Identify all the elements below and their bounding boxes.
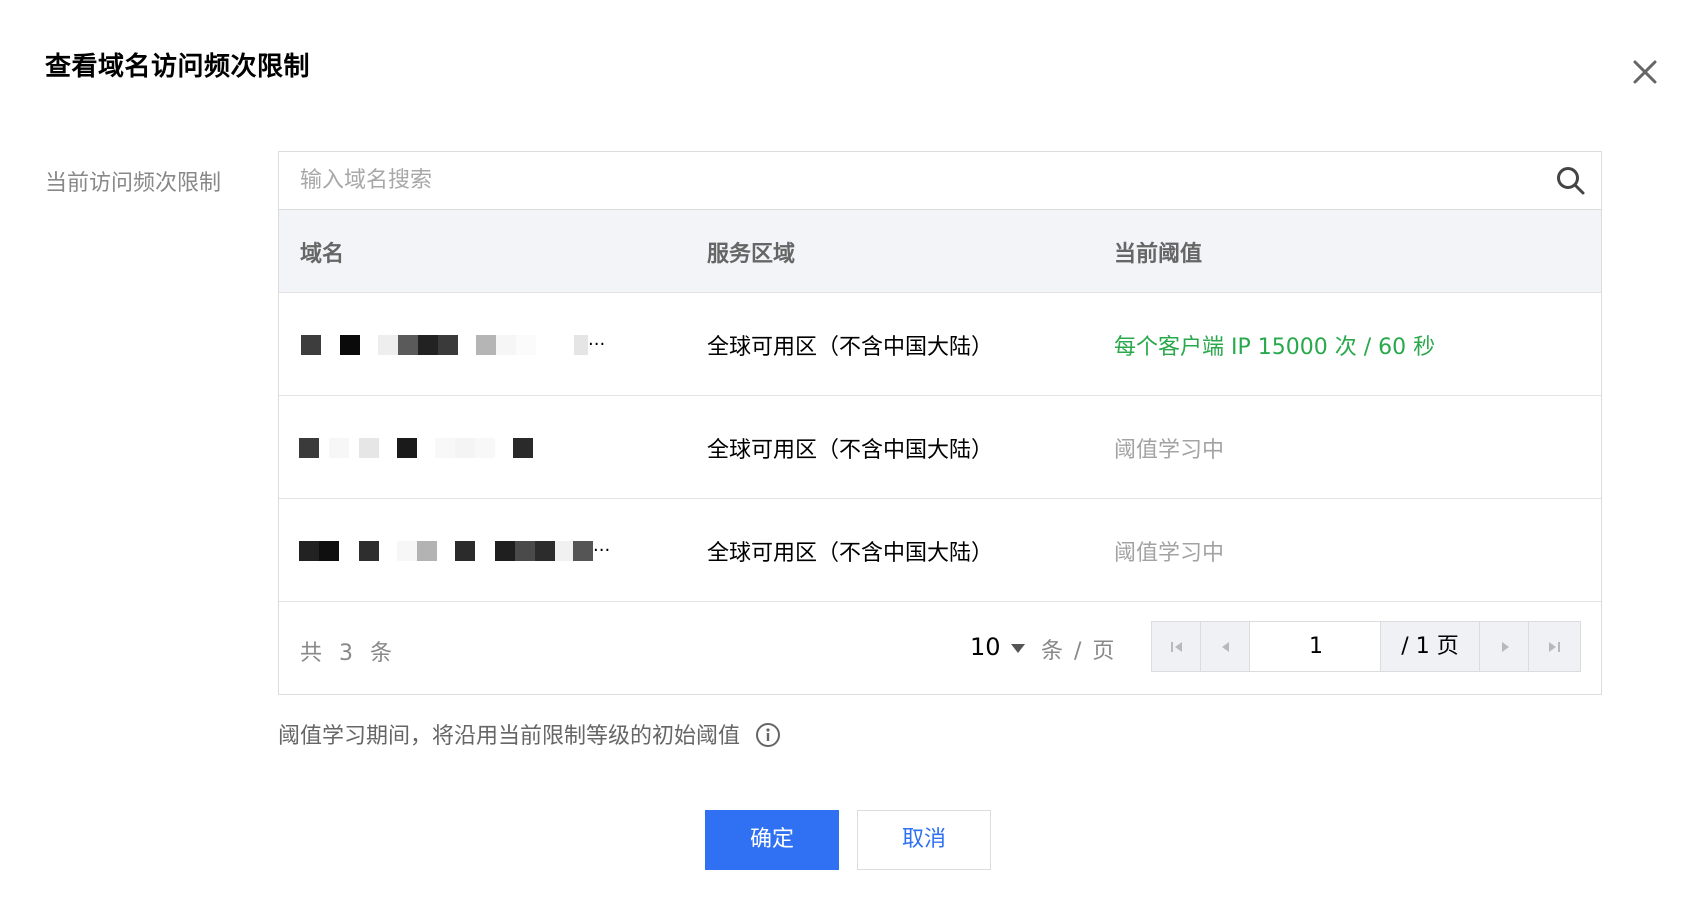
region-cell: 全球可用区（不含中国大陆） (707, 335, 994, 360)
prev-page-icon (1222, 642, 1229, 652)
table-row: ... 全球可用区（不含中国大陆） 每个客户端 IP 15000 次 / 60 … (279, 293, 1601, 396)
threshold-cell: 阈值学习中 (1114, 541, 1225, 566)
domain-table-panel: 域名 服务区域 当前阈值 ... 全球可用区（不含中国大陆） 每个客户端 IP … (278, 151, 1602, 695)
threshold-cell: 每个客户端 IP 15000 次 / 60 秒 (1114, 335, 1436, 360)
total-count: 共 3 条 (300, 641, 397, 666)
page-size-value: 10 (970, 633, 1001, 661)
search-bar (279, 152, 1601, 210)
last-page-button[interactable] (1529, 622, 1580, 671)
per-page-label: 条 / 页 (1041, 639, 1117, 664)
search-input[interactable] (279, 152, 1519, 209)
threshold-cell: 阈值学习中 (1114, 438, 1225, 463)
close-button[interactable] (1625, 52, 1665, 92)
hint-text: 阈值学习期间，将沿用当前限制等级的初始阈值 (278, 724, 741, 749)
domain-blurred: ... (299, 535, 639, 563)
close-icon[interactable] (1625, 52, 1665, 92)
column-header-threshold: 当前阈值 (1114, 242, 1203, 267)
total-pages: / 1 页 (1380, 622, 1480, 671)
column-header-region: 服务区域 (707, 242, 796, 267)
column-header-domain: 域名 (300, 242, 345, 267)
table-row: 全球可用区（不含中国大陆） 阈值学习中 (279, 396, 1601, 499)
dialog: 查看域名访问频次限制 当前访问频次限制 域名 服务区域 当前阈值 (0, 0, 1690, 912)
field-label: 当前访问频次限制 (45, 171, 222, 196)
first-page-icon (1171, 642, 1182, 652)
caret-down-icon (1010, 643, 1025, 653)
page-number-input[interactable] (1252, 622, 1380, 671)
dialog-title: 查看域名访问频次限制 (45, 52, 311, 82)
domain-blurred: ... (299, 329, 639, 357)
table-footer: 共 3 条 10 条 / 页 / 1 页 (279, 601, 1601, 695)
first-page-button[interactable] (1152, 622, 1201, 671)
confirm-button[interactable]: 确定 (705, 810, 839, 870)
search-icon[interactable] (1555, 165, 1587, 197)
domain-blurred (299, 438, 639, 460)
table-header: 域名 服务区域 当前阈值 (279, 210, 1601, 293)
region-cell: 全球可用区（不含中国大陆） (707, 541, 994, 566)
cancel-button[interactable]: 取消 (857, 810, 991, 870)
region-cell: 全球可用区（不含中国大陆） (707, 438, 994, 463)
next-page-button[interactable] (1480, 622, 1529, 671)
prev-page-button[interactable] (1201, 622, 1250, 671)
page-size-select[interactable]: 10 (970, 633, 1025, 661)
threshold-hint: 阈值学习期间，将沿用当前限制等级的初始阈值 (278, 718, 781, 750)
next-page-icon (1502, 642, 1509, 652)
table-row: ... 全球可用区（不含中国大陆） 阈值学习中 (279, 499, 1601, 602)
last-page-icon (1549, 642, 1560, 652)
pager: / 1 页 (1151, 621, 1581, 672)
info-icon[interactable] (755, 722, 781, 748)
